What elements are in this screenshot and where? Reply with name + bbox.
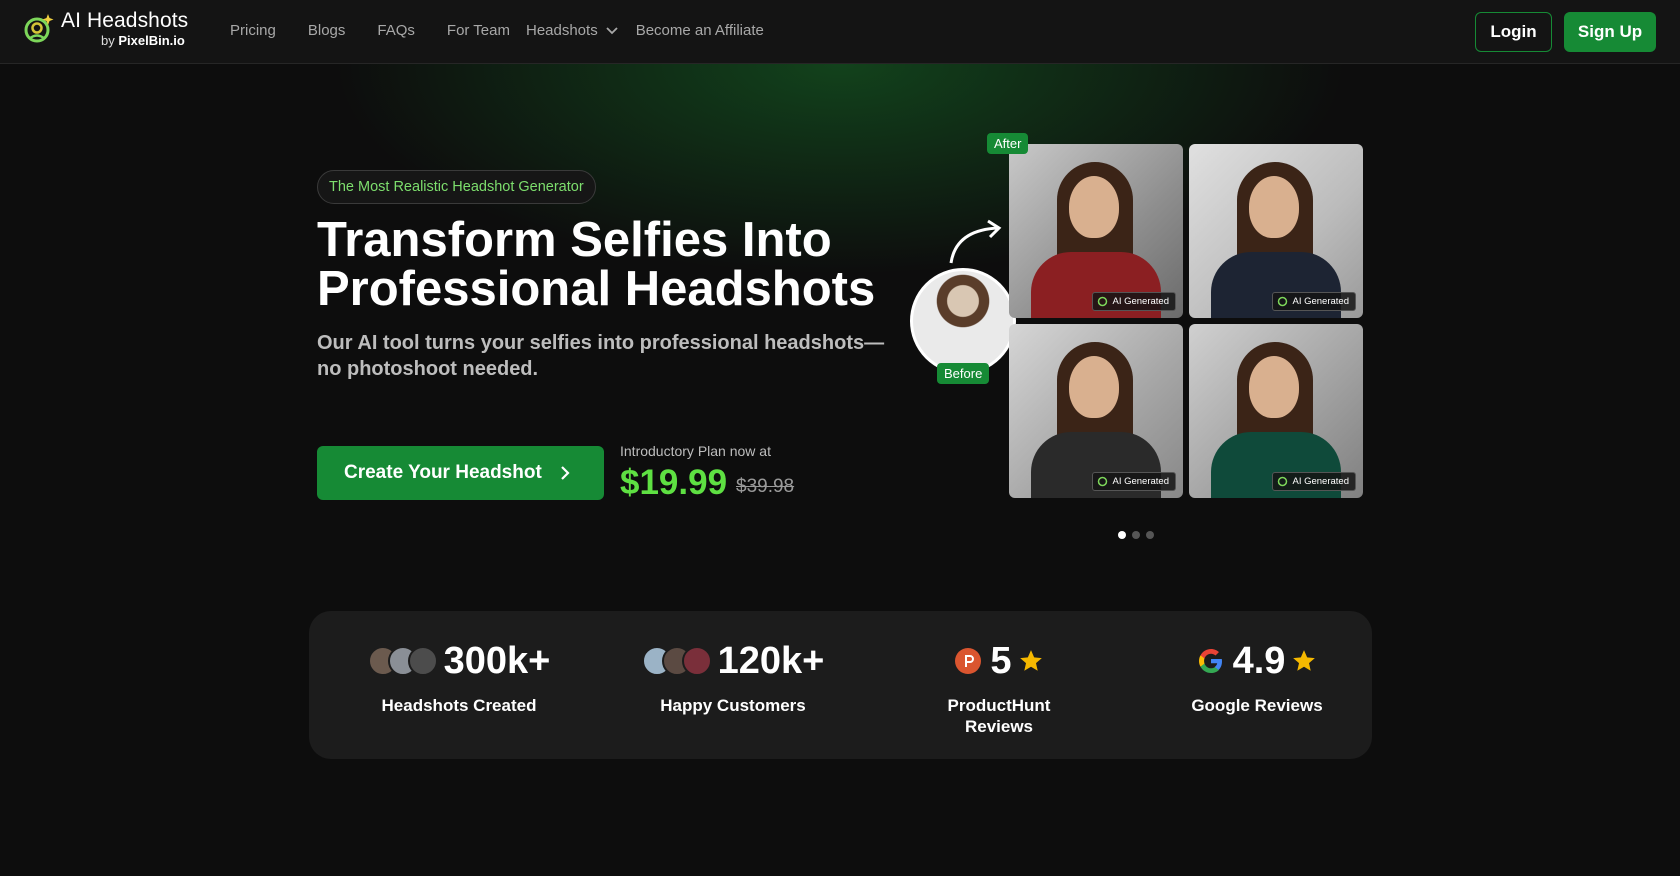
stat-producthunt: 5 ProductHunt Reviews — [919, 639, 1079, 737]
stat-value: 300k+ — [443, 639, 551, 682]
stat-label: Happy Customers — [660, 696, 806, 715]
ai-generated-badge: AI Generated — [1272, 292, 1356, 311]
nav-link-for-team[interactable]: For Team — [447, 22, 510, 39]
nav-link-pricing[interactable]: Pricing — [230, 22, 276, 39]
after-headshot-3: AI Generated — [1009, 324, 1183, 498]
signup-button[interactable]: Sign Up — [1564, 12, 1656, 52]
after-headshot-4: AI Generated — [1189, 324, 1363, 498]
logo-title: AI Headshots — [61, 9, 189, 32]
stat-label-line2: Reviews — [964, 717, 1034, 736]
avatar — [407, 646, 438, 676]
current-price: $19.99 — [620, 463, 728, 502]
original-price: $39.98 — [736, 476, 795, 497]
stat-label: Google Reviews — [1191, 696, 1323, 715]
star-icon — [1293, 650, 1316, 671]
hero-title-line2: Professional Headshots — [317, 262, 876, 316]
curved-arrow-icon — [949, 219, 1002, 264]
stat-google: 4.9 Google Reviews — [1172, 639, 1342, 716]
stat-label-line1: ProductHunt — [947, 696, 1051, 715]
nav-headshots-dropdown[interactable]: Headshots — [526, 22, 618, 39]
avatar — [681, 646, 712, 676]
cta-label: Create Your Headshot — [344, 462, 542, 483]
ai-logo-icon — [1278, 476, 1288, 487]
logo-subtitle: by PixelBin.io — [101, 34, 188, 47]
intro-plan-text: Introductory Plan now at — [620, 443, 771, 459]
before-selfie-image — [910, 268, 1016, 374]
hero-title: Transform Selfies Into Professional Head… — [317, 216, 917, 314]
carousel-dot-3[interactable] — [1146, 531, 1154, 539]
customer-avatars — [367, 646, 438, 676]
stat-value: 120k+ — [717, 639, 825, 682]
stat-value: 5 — [990, 639, 1012, 682]
ai-generated-label: AI Generated — [1112, 296, 1169, 307]
chevron-right-icon — [561, 466, 570, 480]
nav-link-blogs[interactable]: Blogs — [308, 22, 346, 39]
stats-panel: 300k+ Headshots Created 120k+ Happy Cust… — [309, 611, 1372, 759]
create-headshot-button[interactable]: Create Your Headshot — [317, 446, 604, 500]
carousel-dots — [1118, 531, 1160, 539]
nav-headshots-label: Headshots — [525, 22, 598, 39]
ai-generated-label: AI Generated — [1292, 296, 1349, 307]
hero-subtitle: Our AI tool turns your selfies into prof… — [317, 332, 885, 380]
nav-links: Pricing Blogs FAQs For Team Headshots Be… — [230, 22, 796, 39]
stat-label: Headshots Created — [381, 696, 537, 715]
ai-logo-icon — [1098, 476, 1108, 487]
ai-logo-icon — [1278, 296, 1288, 307]
logo-by: by — [101, 33, 115, 48]
producthunt-icon — [955, 648, 982, 674]
before-label: Before — [937, 363, 990, 384]
ai-generated-badge: AI Generated — [1272, 472, 1356, 491]
ai-generated-label: AI Generated — [1292, 476, 1349, 487]
stat-label: ProductHunt Reviews — [919, 695, 1079, 737]
chevron-down-icon — [606, 26, 618, 34]
hero-badge: The Most Realistic Headshot Generator — [317, 170, 596, 204]
logo-brand: PixelBin.io — [118, 33, 185, 48]
login-button[interactable]: Login — [1475, 12, 1552, 52]
customer-avatars — [641, 646, 712, 676]
top-navbar: AI Headshots by PixelBin.io Pricing Blog… — [0, 0, 1680, 64]
ai-generated-label: AI Generated — [1112, 476, 1169, 487]
nav-link-affiliate[interactable]: Become an Affiliate — [636, 22, 764, 39]
stat-customers: 120k+ Happy Customers — [641, 639, 825, 716]
ai-generated-badge: AI Generated — [1092, 292, 1176, 311]
hero-title-line1: Transform Selfies Into — [317, 213, 832, 267]
ai-logo-icon — [1098, 296, 1108, 307]
carousel-dot-1[interactable] — [1118, 531, 1126, 539]
logo[interactable]: AI Headshots by PixelBin.io — [22, 10, 188, 47]
after-headshot-1: AI Generated — [1009, 144, 1183, 318]
ai-generated-badge: AI Generated — [1092, 472, 1176, 491]
star-icon — [1019, 650, 1042, 671]
stat-value: 4.9 — [1232, 639, 1286, 682]
logo-icon — [22, 12, 56, 46]
after-label: After — [987, 133, 1029, 154]
carousel-dot-2[interactable] — [1132, 531, 1140, 539]
stat-headshots: 300k+ Headshots Created — [367, 639, 551, 716]
nav-link-faqs[interactable]: FAQs — [377, 22, 415, 39]
google-icon — [1198, 649, 1222, 673]
after-headshot-2: AI Generated — [1189, 144, 1363, 318]
